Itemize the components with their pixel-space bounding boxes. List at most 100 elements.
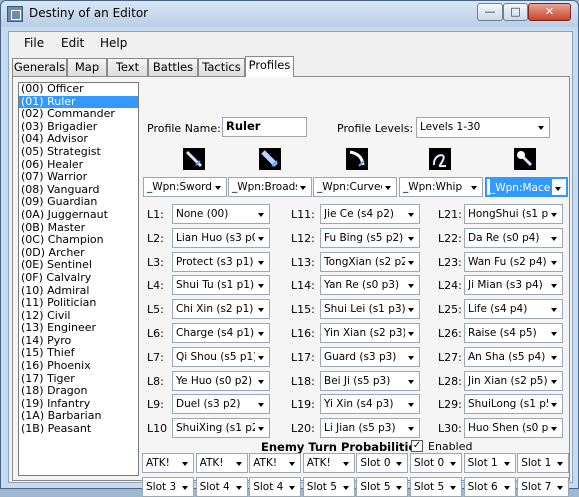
list-item[interactable]: (11) Politician bbox=[19, 296, 138, 310]
probability-select[interactable]: Slot 4 bbox=[249, 477, 302, 497]
level-select[interactable]: Charge (s4 p1) bbox=[172, 323, 270, 343]
tab-tactics[interactable]: Tactics bbox=[198, 58, 245, 76]
probability-select[interactable]: Slot 1 bbox=[463, 453, 516, 473]
probability-select[interactable]: ATK! bbox=[249, 453, 302, 473]
probability-select[interactable]: Slot 5 bbox=[410, 477, 462, 497]
profile-name-input[interactable]: Ruler bbox=[222, 117, 307, 137]
list-item[interactable]: (0F) Calvalry bbox=[19, 271, 138, 285]
level-select[interactable]: An Sha (s5 p4) bbox=[464, 346, 563, 367]
level-select[interactable]: Guard (s3 p3) bbox=[320, 346, 420, 367]
level-select[interactable]: Yan Re (s0 p3) bbox=[320, 275, 420, 296]
list-item[interactable]: (05) Strategist bbox=[19, 145, 138, 159]
list-item[interactable]: (13) Engineer bbox=[19, 322, 138, 335]
tab-map[interactable]: Map bbox=[67, 58, 107, 76]
list-item[interactable]: (00) Officer bbox=[19, 83, 138, 96]
level-select[interactable]: Jin Xian (s2 p5) bbox=[464, 370, 563, 391]
level-select[interactable]: Life (s4 p4) bbox=[464, 299, 563, 320]
dropdown-arrow-icon bbox=[554, 479, 566, 495]
level-label: L14: bbox=[291, 279, 315, 293]
weapon-select-2[interactable]: _Wpn:Broads bbox=[228, 177, 312, 197]
profile-levels-select[interactable]: Levels 1-30 bbox=[416, 117, 550, 138]
tab-profiles[interactable]: Profiles bbox=[245, 56, 294, 77]
list-item[interactable]: (02) Commander bbox=[19, 108, 138, 121]
dropdown-arrow-icon bbox=[255, 206, 267, 222]
tab-generals[interactable]: Generals bbox=[12, 58, 67, 76]
weapon-select-4[interactable]: _Wpn:Whip bbox=[399, 177, 483, 197]
level-select[interactable]: Yin Xian (s2 p3) bbox=[320, 323, 420, 343]
list-item[interactable]: (16) Phoenix bbox=[19, 359, 138, 373]
probability-select[interactable]: Slot 7 bbox=[517, 477, 570, 497]
list-item[interactable]: (07) Warrior bbox=[19, 171, 138, 184]
level-select[interactable]: Shui Tu (s1 p1) bbox=[172, 275, 270, 296]
level-select[interactable]: Ji Mian (s3 p4) bbox=[464, 275, 563, 296]
level-select[interactable]: Bei Ji (s5 p3) bbox=[320, 370, 420, 391]
level-select[interactable]: Li Jian (s5 p3) bbox=[320, 418, 420, 439]
menu-help[interactable]: Help bbox=[100, 36, 127, 50]
dropdown-arrow-icon bbox=[548, 396, 560, 412]
maximize-button[interactable]: □ bbox=[503, 3, 528, 21]
probability-select[interactable]: Slot 1 bbox=[517, 453, 570, 473]
probability-select[interactable]: ATK! bbox=[142, 453, 194, 473]
level-select[interactable]: Lian Huo (s3 p0) bbox=[172, 227, 270, 248]
level-label: L1: bbox=[147, 208, 164, 221]
menu-edit[interactable]: Edit bbox=[61, 36, 84, 50]
dropdown-arrow-icon bbox=[447, 455, 459, 471]
probability-select[interactable]: Slot 4 bbox=[195, 477, 248, 497]
level-select[interactable]: Shui Lei (s1 p3) bbox=[320, 299, 420, 320]
level-select[interactable]: Jie Ce (s4 p2) bbox=[320, 204, 420, 224]
level-select[interactable]: ShuiLong (s1 p5) bbox=[464, 394, 563, 415]
probability-select[interactable]: Slot 6 bbox=[463, 477, 516, 497]
enabled-checkbox[interactable]: ✓ bbox=[411, 440, 423, 452]
level-select[interactable]: Raise (s4 p5) bbox=[464, 323, 563, 343]
profile-list[interactable]: (00) Officer (01) Ruler (02) Commander (03)… bbox=[18, 82, 139, 476]
sword-icon bbox=[183, 148, 205, 170]
list-item[interactable]: (0C) Champion bbox=[19, 234, 138, 247]
probability-select[interactable]: ATK! bbox=[302, 453, 355, 473]
probability-select[interactable]: ATK! bbox=[195, 453, 248, 473]
level-select[interactable]: Wan Fu (s2 p4) bbox=[464, 251, 563, 272]
list-item[interactable]: (18) Dragon bbox=[19, 385, 138, 398]
level-select[interactable]: Yi Xin (s4 p3) bbox=[320, 394, 420, 415]
level-select[interactable]: Qi Shou (s5 p1) bbox=[172, 346, 270, 367]
level-label: L2: bbox=[147, 231, 164, 245]
level-select-value: ShuiXing (s1 p2) bbox=[176, 422, 255, 435]
close-button[interactable]: ✕ bbox=[528, 3, 571, 21]
probability-select[interactable]: Slot 5 bbox=[356, 477, 409, 497]
probability-select[interactable]: Slot 0 bbox=[410, 453, 462, 473]
menu-file[interactable]: File bbox=[24, 36, 44, 50]
level-select[interactable]: Huo Shen (s0 p5) bbox=[464, 418, 563, 439]
weapon-select-5[interactable]: _Wpn:Mace bbox=[485, 177, 568, 197]
dropdown-arrow-icon bbox=[286, 455, 298, 471]
level-select[interactable]: TongXian (s2 p2) bbox=[320, 251, 420, 272]
level-select-value: Da Re (s0 p4) bbox=[468, 231, 540, 244]
level-select[interactable]: ShuiXing (s1 p2) bbox=[172, 418, 270, 439]
weapon-select-1[interactable]: _Wpn:Sword bbox=[143, 177, 227, 197]
level-select-value: Qi Shou (s5 p1) bbox=[176, 350, 255, 363]
level-select[interactable]: Duel (s3 p2) bbox=[172, 394, 270, 415]
dropdown-arrow-icon bbox=[535, 119, 547, 135]
level-select-value: Lian Huo (s3 p0) bbox=[176, 231, 255, 244]
probability-select[interactable]: Slot 3 bbox=[142, 477, 194, 497]
weapon-select-3[interactable]: _Wpn:Curvec bbox=[313, 177, 397, 197]
title-bar[interactable]: Destiny of an Editor — □ ✕ bbox=[1, 1, 578, 27]
level-select[interactable]: Ye Huo (s0 p2) bbox=[172, 370, 270, 391]
tab-battles[interactable]: Battles bbox=[148, 58, 198, 76]
dropdown-arrow-icon bbox=[548, 420, 560, 436]
list-item[interactable]: (1B) Peasant bbox=[19, 422, 138, 436]
list-item[interactable]: (0A) Juggernaut bbox=[19, 208, 138, 222]
probability-select[interactable]: Slot 0 bbox=[356, 453, 409, 473]
level-label: L28: bbox=[438, 374, 462, 388]
profile-name-label: Profile Name: bbox=[147, 122, 221, 135]
tab-text[interactable]: Text bbox=[107, 58, 148, 76]
dropdown-arrow-icon bbox=[233, 455, 245, 471]
level-select[interactable]: Chi Xin (s2 p1) bbox=[172, 299, 270, 320]
level-select[interactable]: Fu Bing (s5 p2) bbox=[320, 227, 420, 248]
level-select[interactable]: None (00) bbox=[172, 204, 270, 224]
level-select-value: Life (s4 p4) bbox=[468, 303, 528, 316]
level-select[interactable]: HongShui (s1 p4) bbox=[464, 204, 563, 224]
level-select[interactable]: Da Re (s0 p4) bbox=[464, 227, 563, 248]
minimize-button[interactable]: — bbox=[477, 3, 503, 21]
level-select-value: Ye Huo (s0 p2) bbox=[176, 374, 253, 387]
probability-select[interactable]: Slot 5 bbox=[302, 477, 355, 497]
level-select[interactable]: Protect (s3 p1) bbox=[172, 251, 270, 272]
